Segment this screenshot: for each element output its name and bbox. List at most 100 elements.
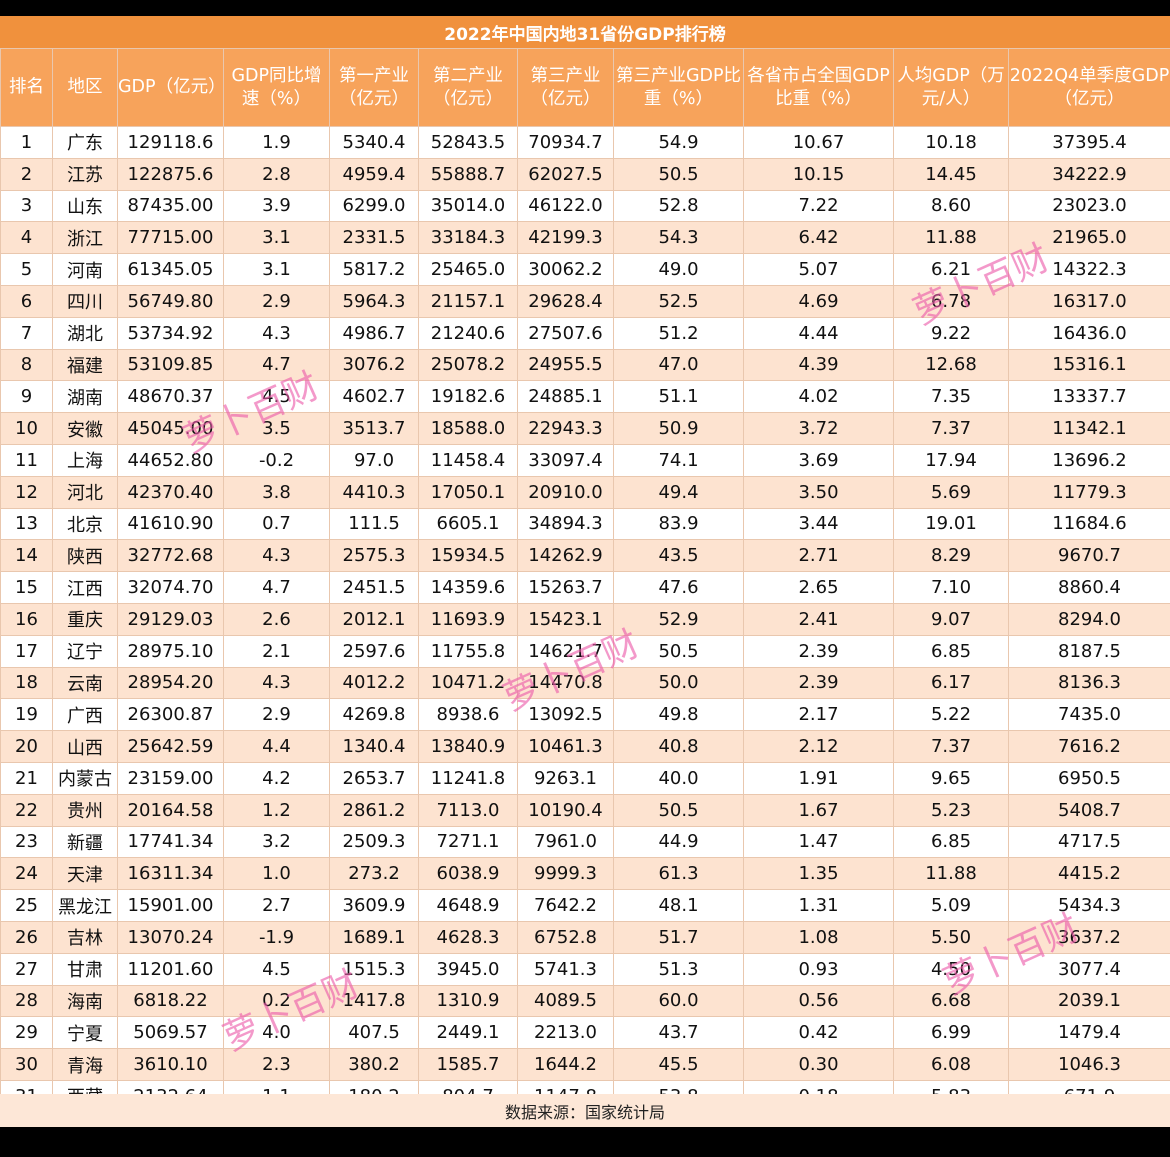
table-cell: 2509.3 <box>329 825 419 859</box>
table-cell: 15316.1 <box>1008 348 1170 382</box>
table-cell: 16 <box>0 602 53 636</box>
table-cell: 4.7 <box>223 348 330 382</box>
table-cell: 8860.4 <box>1008 571 1170 604</box>
table-cell: 8187.5 <box>1008 634 1170 668</box>
table-cell: 19 <box>0 698 53 732</box>
table-cell: 4.69 <box>743 284 894 318</box>
table-row: 24 天津 16311.34 1.0 273.2 6038.9 9999.3 61.3 1.35… <box>0 857 1170 891</box>
table-cell: 6.08 <box>893 1048 1009 1081</box>
region-cell: 江西 <box>52 571 118 604</box>
table-row: 16 重庆 29129.03 2.6 2012.1 11693.9 15423.1 52.9 2… <box>0 602 1170 636</box>
region-cell: 内蒙古 <box>52 761 118 795</box>
table-cell: 0.56 <box>743 984 894 1018</box>
table-row: 19 广西 26300.87 2.9 4269.8 8938.6 13092.5 49.8 2.… <box>0 698 1170 732</box>
table-cell: 32074.70 <box>117 571 224 604</box>
gdp-table: 排名 地区 GDP（亿元） GDP同比增速（%） 第一产业（亿元） 第二产业（亿元） 第三产… <box>0 48 1170 1113</box>
table-cell: 14359.6 <box>418 571 518 604</box>
table-cell: 4.50 <box>893 952 1009 986</box>
table-cell: 15901.00 <box>117 889 224 922</box>
region-cell: 江苏 <box>52 157 118 191</box>
table-row: 20 山西 25642.59 4.4 1340.4 13840.9 10461.3 40.8 2… <box>0 730 1170 763</box>
table-cell: 19.01 <box>893 507 1009 541</box>
region-cell: 河南 <box>52 253 118 286</box>
region-cell: 宁夏 <box>52 1016 118 1050</box>
table-cell: 3.5 <box>223 412 330 445</box>
table-row: 9 湖南 48670.37 4.5 4602.7 19182.6 24885.1 51.1 4.… <box>0 380 1170 414</box>
table-cell: 13 <box>0 507 53 541</box>
table-cell: 6605.1 <box>418 507 518 541</box>
table-cell: 2.3 <box>223 1048 330 1081</box>
table-cell: -1.9 <box>223 920 330 954</box>
table-cell: 83.9 <box>613 507 744 541</box>
table-cell: 23023.0 <box>1008 189 1170 223</box>
region-cell: 山西 <box>52 730 118 763</box>
table-cell: 8 <box>0 348 53 382</box>
region-cell: 吉林 <box>52 920 118 954</box>
table-cell: 15423.1 <box>517 602 614 636</box>
table-cell: 17050.1 <box>418 475 518 509</box>
table-cell: 35014.0 <box>418 189 518 223</box>
table-cell: 10.67 <box>743 126 894 159</box>
table-cell: 4986.7 <box>329 316 419 350</box>
table-row: 6 四川 56749.80 2.9 5964.3 21157.1 29628.4 52.5 4.… <box>0 284 1170 318</box>
column-header: 第一产业（亿元） <box>329 48 419 127</box>
table-cell: 5.09 <box>893 889 1009 922</box>
table-cell: 1.47 <box>743 825 894 859</box>
table-cell: 4717.5 <box>1008 825 1170 859</box>
table-cell: 4012.2 <box>329 666 419 700</box>
table-cell: 380.2 <box>329 1048 419 1081</box>
table-cell: 51.1 <box>613 380 744 414</box>
table-cell: 6.21 <box>893 253 1009 286</box>
table-cell: 28975.10 <box>117 634 224 668</box>
table-cell: 61345.05 <box>117 253 224 286</box>
table-cell: 34894.3 <box>517 507 614 541</box>
table-cell: 4 <box>0 221 53 255</box>
table-cell: 12 <box>0 475 53 509</box>
table-cell: 11755.8 <box>418 634 518 668</box>
table-cell: 41610.90 <box>117 507 224 541</box>
table-cell: 4.3 <box>223 666 330 700</box>
table-cell: 3076.2 <box>329 348 419 382</box>
column-header: GDP同比增速（%） <box>223 48 330 127</box>
table-cell: 23 <box>0 825 53 859</box>
table-cell: 8136.3 <box>1008 666 1170 700</box>
table-cell: 1.67 <box>743 793 894 827</box>
table-row: 11 上海 44652.80 -0.2 97.0 11458.4 33097.4 74.1 3.… <box>0 443 1170 477</box>
table-cell: 0.2 <box>223 984 330 1018</box>
table-cell: 11684.6 <box>1008 507 1170 541</box>
table-cell: 11458.4 <box>418 443 518 477</box>
table-cell: 4628.3 <box>418 920 518 954</box>
table-row: 15 江西 32074.70 4.7 2451.5 14359.6 15263.7 47.6 2… <box>0 571 1170 604</box>
table-cell: 9.07 <box>893 602 1009 636</box>
table-cell: -0.2 <box>223 443 330 477</box>
region-cell: 青海 <box>52 1048 118 1081</box>
table-cell: 6.99 <box>893 1016 1009 1050</box>
table-cell: 4.44 <box>743 316 894 350</box>
table-cell: 5.07 <box>743 253 894 286</box>
table-cell: 33097.4 <box>517 443 614 477</box>
table-cell: 2.8 <box>223 157 330 191</box>
table-cell: 13070.24 <box>117 920 224 954</box>
table-cell: 11.88 <box>893 221 1009 255</box>
table-cell: 7271.1 <box>418 825 518 859</box>
table-cell: 2.6 <box>223 602 330 636</box>
table-cell: 52843.5 <box>418 126 518 159</box>
region-cell: 福建 <box>52 348 118 382</box>
region-cell: 陕西 <box>52 539 118 573</box>
table-cell: 5.50 <box>893 920 1009 954</box>
table-cell: 30062.2 <box>517 253 614 286</box>
column-header: 各省市占全国GDP比重（%） <box>743 48 894 127</box>
table-cell: 4.5 <box>223 952 330 986</box>
table-cell: 70934.7 <box>517 126 614 159</box>
table-cell: 50.9 <box>613 412 744 445</box>
table-cell: 15 <box>0 571 53 604</box>
table-cell: 2.39 <box>743 666 894 700</box>
table-cell: 10 <box>0 412 53 445</box>
region-cell: 湖北 <box>52 316 118 350</box>
table-cell: 407.5 <box>329 1016 419 1050</box>
table-cell: 6818.22 <box>117 984 224 1018</box>
table-cell: 14 <box>0 539 53 573</box>
table-row: 2 江苏 122875.6 2.8 4959.4 55888.7 62027.5 50.5 10… <box>0 157 1170 191</box>
region-cell: 湖南 <box>52 380 118 414</box>
region-cell: 重庆 <box>52 602 118 636</box>
